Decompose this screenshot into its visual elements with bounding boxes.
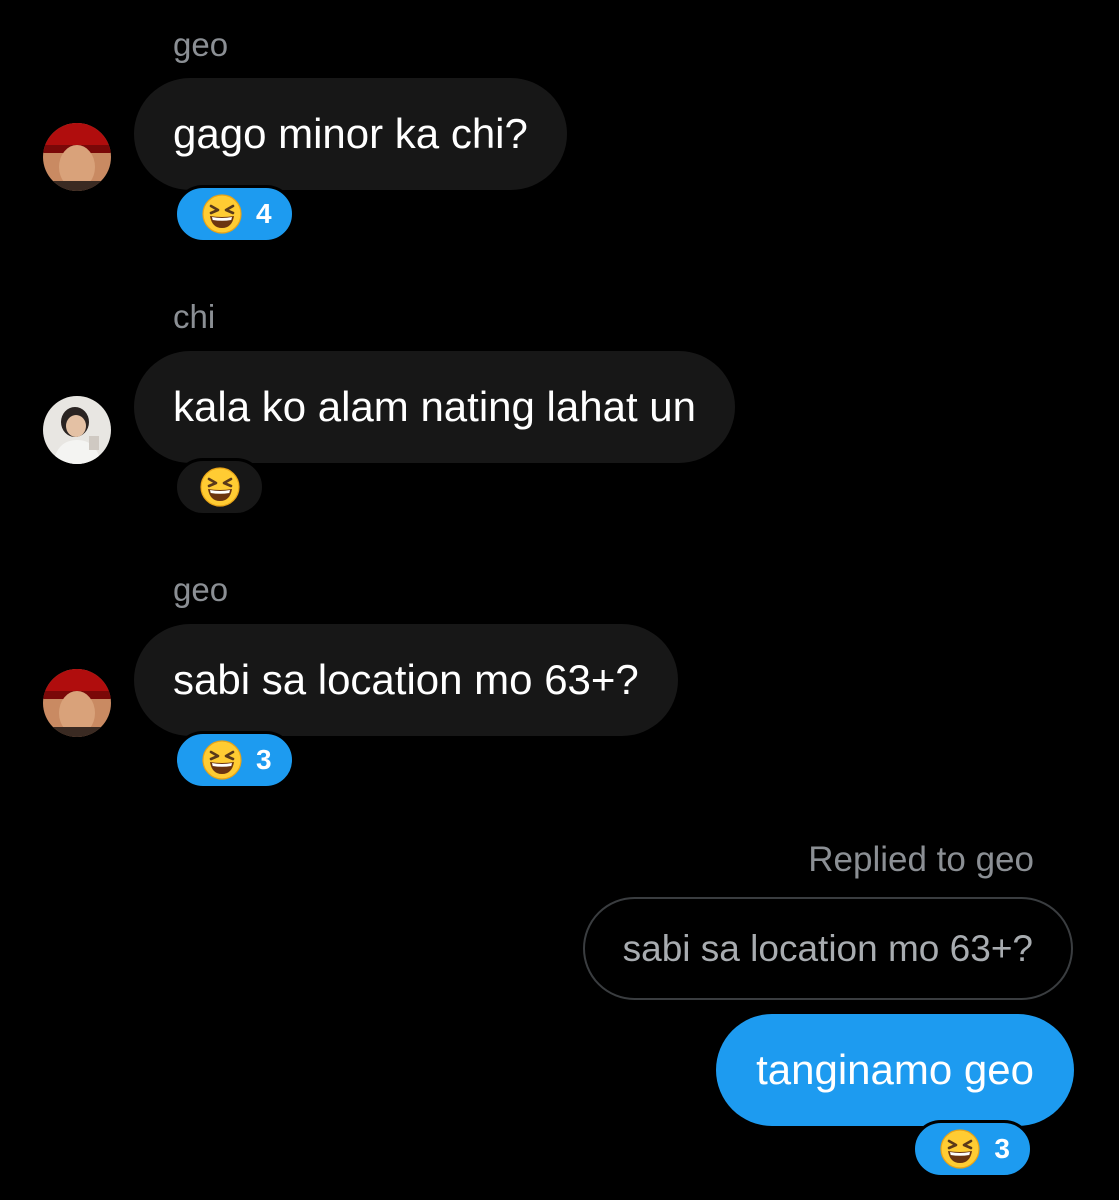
grinning-squinting-face-emoji-icon <box>202 194 242 234</box>
message-bubble[interactable]: kala ko alam nating lahat un <box>134 351 736 463</box>
grinning-squinting-face-emoji-icon <box>200 467 240 507</box>
geo-avatar[interactable] <box>43 669 111 737</box>
sender-name: chi <box>173 298 216 335</box>
geo-avatar[interactable] <box>43 123 111 191</box>
replied-to-label: Replied to geo <box>808 840 1034 879</box>
message-bubble[interactable]: gago minor ka chi? <box>134 78 567 190</box>
reaction-pill[interactable] <box>174 458 265 516</box>
reaction-pill[interactable]: 4 <box>174 185 295 243</box>
own-message-bubble[interactable]: tanginamo geo <box>716 1014 1074 1126</box>
chi-avatar[interactable] <box>43 396 111 464</box>
reaction-count: 3 <box>994 1133 1010 1164</box>
reaction-pill[interactable]: 3 <box>174 731 295 789</box>
sender-name: geo <box>173 26 229 63</box>
reaction-pill[interactable]: 3 <box>912 1120 1033 1178</box>
message-bubble[interactable]: sabi sa location mo 63+? <box>134 624 678 736</box>
quoted-message[interactable]: sabi sa location mo 63+? <box>582 897 1073 1000</box>
grinning-squinting-face-emoji-icon <box>940 1129 980 1169</box>
reaction-count: 4 <box>256 198 272 229</box>
sender-name: geo <box>173 571 229 608</box>
reaction-count: 3 <box>256 744 272 775</box>
grinning-squinting-face-emoji-icon <box>202 740 242 780</box>
